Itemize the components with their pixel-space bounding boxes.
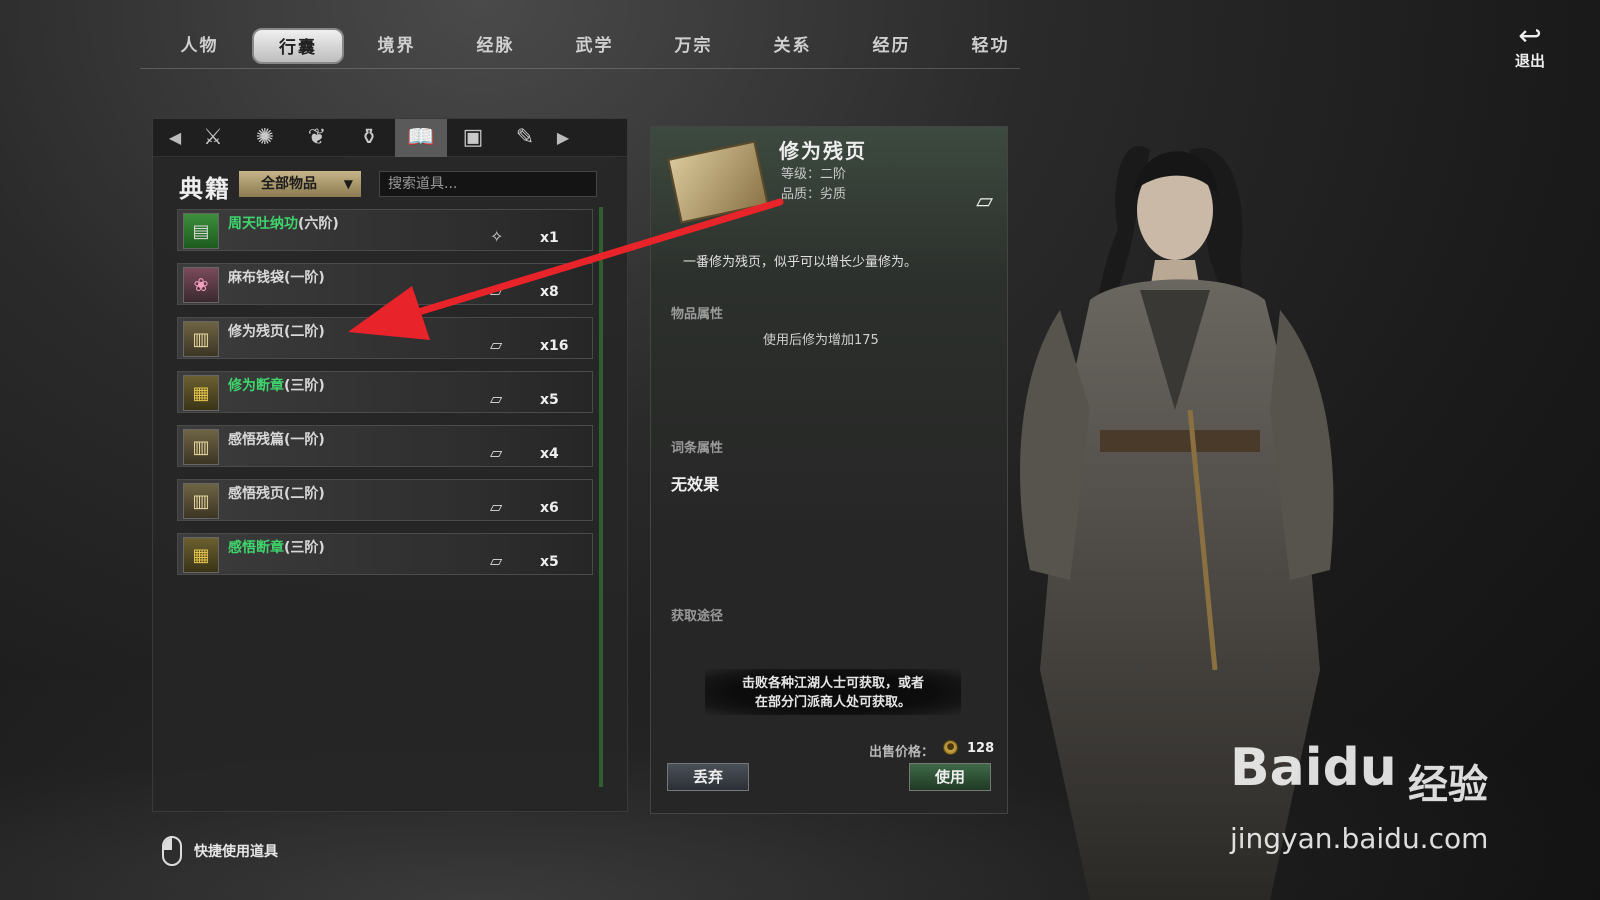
item-name: 周天吐纳功(六阶) [228,216,339,232]
book-icon: ▱ [490,335,503,354]
book-icon: ▱ [490,389,503,408]
material-icon[interactable]: ▣ [447,119,499,157]
return-arrow-icon: ↩ [1518,19,1542,52]
misc-icon[interactable]: ✎ [499,119,551,157]
item-attr-header: 物品属性 [671,307,724,322]
item-quantity: x1 [540,230,559,246]
item-thumbnail: ▥ [183,429,219,465]
use-button[interactable]: 使用 [909,763,991,791]
detail-level: 等级：二阶 [781,167,847,182]
watermark-url: jingyan.baidu.com [1230,822,1489,855]
inventory-panel: ◀ ⚔ ✺ ❦ ⚱ 📖 ▣ ✎ ▶ 典籍 全部物品 ▼ ▤ 周天吐纳功(六阶) … [152,118,628,812]
list-item[interactable]: ▥ 感悟残页(二阶) ▱ x6 [177,479,593,521]
tab-relations[interactable]: 关系 [743,28,842,64]
item-name: 修为断章(三阶) [228,378,325,394]
chevron-down-icon: ▼ [343,177,353,191]
item-illustration [667,140,769,224]
tab-sects[interactable]: 万宗 [644,28,743,64]
tab-realm[interactable]: 境界 [347,28,446,64]
book-icon[interactable]: 📖 [395,118,447,157]
hint-label: 快捷使用道具 [194,844,278,860]
list-item[interactable]: ▦ 感悟断章(三阶) ▱ x5 [177,533,593,575]
list-item[interactable]: ▤ 周天吐纳功(六阶) ✧ x1 [177,209,593,251]
tab-martial-arts[interactable]: 武学 [545,28,644,64]
entry-attr-header: 词条属性 [671,441,724,456]
tab-inventory[interactable]: 行囊 [252,28,344,64]
entry-attr-value: 无效果 [671,475,720,494]
item-thumbnail: ▤ [183,213,219,249]
martial-art-icon: ✧ [490,227,504,246]
tab-history[interactable]: 经历 [842,28,941,64]
next-category-arrow-icon[interactable]: ▶ [551,128,575,147]
prev-category-arrow-icon[interactable]: ◀ [163,128,187,147]
filter-dropdown[interactable]: 全部物品 ▼ [239,171,361,197]
item-name: 感悟残篇(一阶) [228,432,325,448]
detail-quality: 品质：劣质 [781,187,847,202]
scrollbar[interactable] [599,207,603,787]
book-icon: ▱ [490,443,503,462]
item-name: 修为残页(二阶) [228,324,325,340]
mouse-icon [162,836,182,866]
exit-button[interactable]: ↩ 退出 [1500,22,1560,71]
book-icon: ▱ [490,281,503,300]
filter-row: 典籍 全部物品 ▼ [153,157,627,203]
item-thumbnail: ▦ [183,375,219,411]
watermark: Baidu 经验 jingyan.baidu.com [1230,736,1560,866]
book-icon: ▱ [490,497,503,516]
item-quantity: x4 [540,446,559,462]
list-item[interactable]: ▦ 修为断章(三阶) ▱ x5 [177,371,593,413]
source-line-1: 击败各种江湖人士可获取，或者 [741,676,924,691]
source-text: 击败各种江湖人士可获取，或者 在部分门派商人处可获取。 [705,669,961,715]
category-bar: ◀ ⚔ ✺ ❦ ⚱ 📖 ▣ ✎ ▶ [153,118,627,157]
potion-icon[interactable]: ⚱ [343,119,395,157]
shortcut-hint: 快捷使用道具 [162,836,278,866]
detail-description: 一番修为残页，似乎可以增长少量修为。 [683,255,918,270]
item-name: 感悟残页(二阶) [228,486,325,502]
price-value: 128 [967,741,995,756]
item-name: 感悟断章(三阶) [228,540,325,556]
herb-icon[interactable]: ❦ [291,119,343,157]
main-nav: 人物 行囊 境界 经脉 武学 万宗 关系 经历 轻功 [150,28,1040,64]
book-icon: ▱ [976,189,993,214]
list-item[interactable]: ▥ 感悟残篇(一阶) ▱ x4 [177,425,593,467]
item-thumbnail: ❀ [183,267,219,303]
item-thumbnail: ▥ [183,321,219,357]
nav-divider [140,68,1020,69]
coin-icon: ● [943,740,958,755]
item-attr-value: 使用后修为增加175 [763,333,879,348]
item-name: 麻布钱袋(一阶) [228,270,325,286]
book-icon: ▱ [490,551,503,570]
item-detail-panel: 修为残页 等级：二阶 品质：劣质 ▱ 一番修为残页，似乎可以增长少量修为。 物品… [650,126,1008,814]
search-input[interactable] [379,171,597,197]
source-header: 获取途径 [671,609,724,624]
section-label: 典籍 [179,174,231,203]
tab-character[interactable]: 人物 [150,28,249,64]
exit-label: 退出 [1514,52,1545,70]
list-item[interactable]: ▥ 修为残页(二阶) ▱ x16 [177,317,593,359]
item-thumbnail: ▥ [183,483,219,519]
item-quantity: x5 [540,392,559,408]
hidden-weapon-icon[interactable]: ✺ [239,119,291,157]
item-quantity: x8 [540,284,559,300]
watermark-brand: Baidu [1230,738,1397,798]
item-quantity: x5 [540,554,559,570]
watermark-jingyan: 经验 [1408,762,1488,808]
item-thumbnail: ▦ [183,537,219,573]
item-list: ▤ 周天吐纳功(六阶) ✧ x1 ❀ 麻布钱袋(一阶) ▱ x8 ▥ 修为残页(… [177,209,593,587]
detail-title: 修为残页 [779,139,867,163]
price-label: 出售价格： [869,745,935,760]
source-line-2: 在部分门派商人处可获取。 [754,695,911,710]
tab-lightness-skill[interactable]: 轻功 [941,28,1040,64]
tab-meridians[interactable]: 经脉 [446,28,545,64]
discard-button[interactable]: 丢弃 [667,763,749,791]
item-quantity: x6 [540,500,559,516]
filter-label: 全部物品 [261,176,317,192]
list-item[interactable]: ❀ 麻布钱袋(一阶) ▱ x8 [177,263,593,305]
weapon-icon[interactable]: ⚔ [187,119,239,157]
item-quantity: x16 [540,338,569,354]
